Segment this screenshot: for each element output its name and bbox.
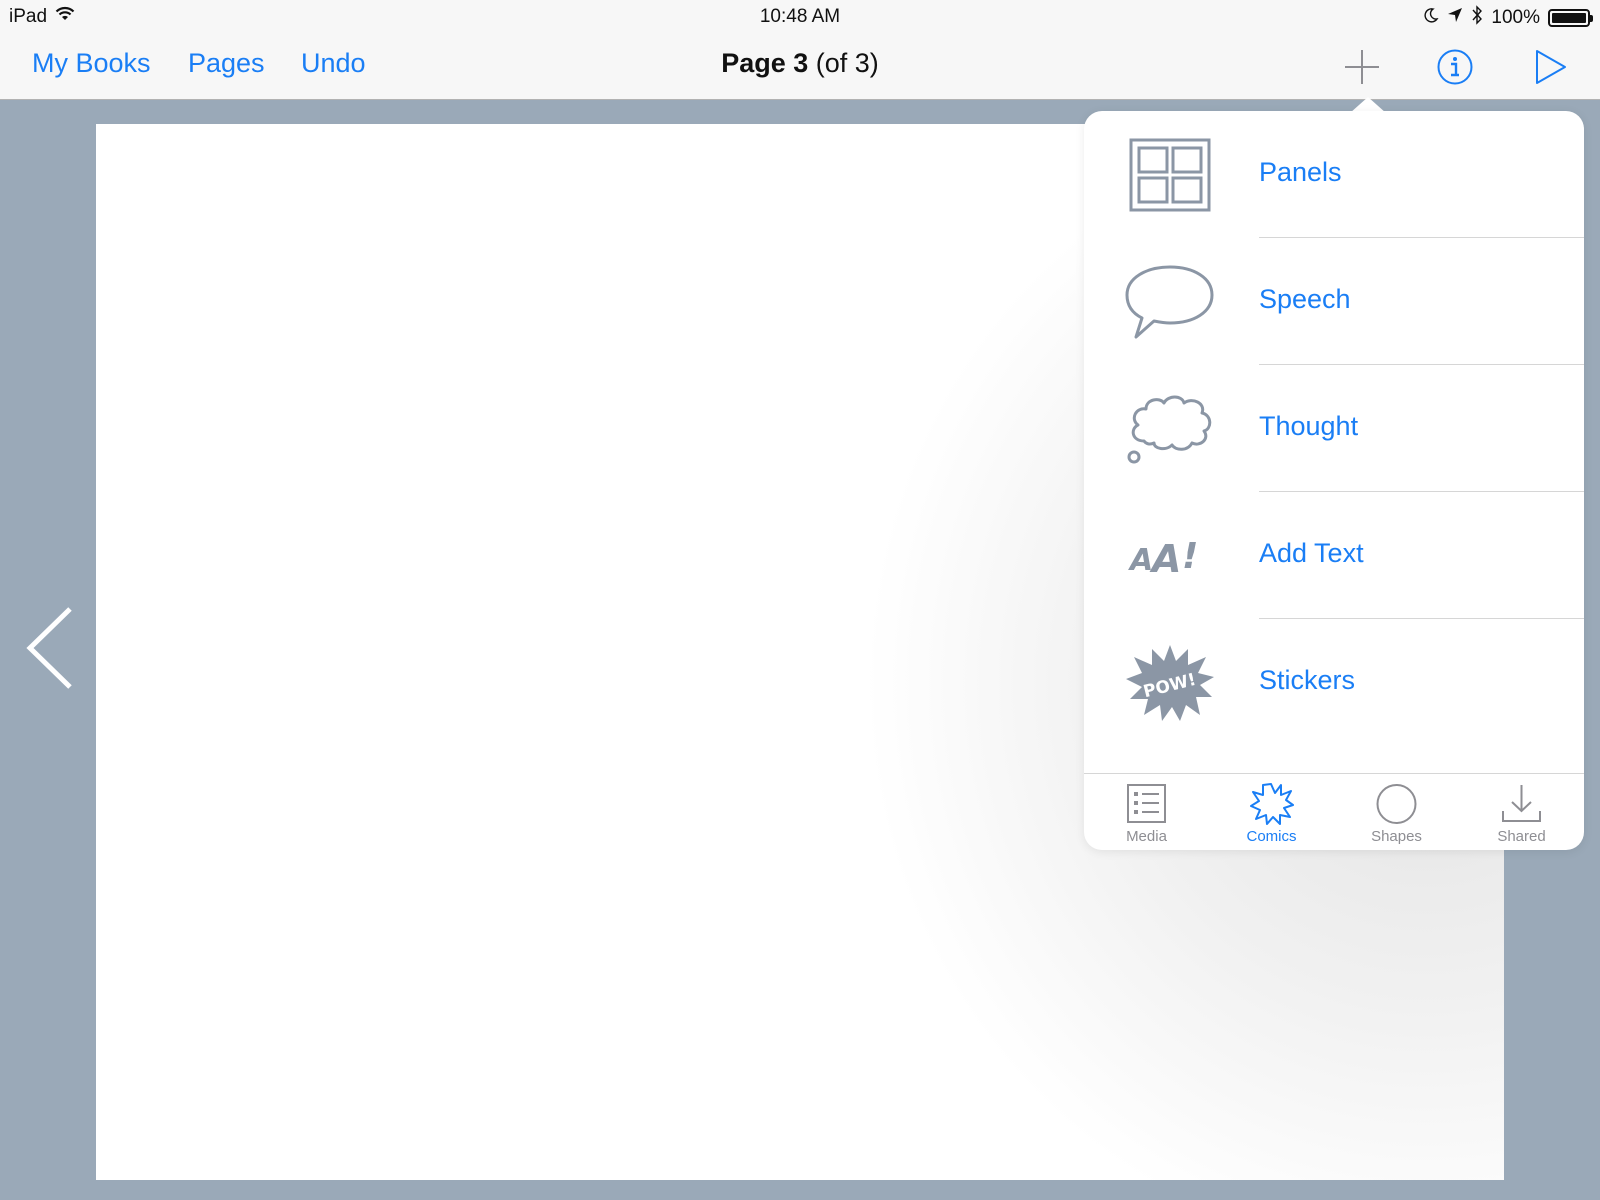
pow-sticker-icon: POW! (1124, 645, 1216, 721)
download-tray-icon (1499, 781, 1544, 826)
status-right: 100% (1423, 5, 1593, 31)
tab-label: Comics (1246, 828, 1297, 845)
popover-tab-bar: Media Comics Shapes Shared (1084, 773, 1584, 850)
battery-percent: 100% (1491, 7, 1540, 28)
bluetooth-icon (1471, 5, 1483, 31)
battery-icon (1548, 9, 1593, 27)
add-icon[interactable] (1343, 48, 1381, 91)
comic-text-icon: A A! (1124, 518, 1216, 594)
tab-label: Media (1126, 828, 1167, 845)
menu-item-label: Thought (1259, 411, 1359, 441)
battery-level (1552, 13, 1586, 23)
insert-popover: Panels Speech Thought A A! Add Text POW! … (1084, 111, 1584, 850)
info-icon[interactable] (1436, 48, 1474, 91)
tab-comics[interactable]: Comics (1209, 774, 1334, 851)
menu-item-panels[interactable]: Panels (1084, 111, 1584, 238)
menu-item-label: Add Text (1259, 538, 1364, 568)
tab-shared[interactable]: Shared (1459, 774, 1584, 851)
svg-text:A: A (1149, 537, 1181, 581)
moon-icon (1423, 7, 1439, 29)
speech-bubble-icon (1124, 264, 1216, 340)
svg-text:!: ! (1182, 536, 1198, 577)
menu-item-label: Panels (1259, 157, 1342, 187)
thought-bubble-icon (1124, 391, 1216, 467)
play-icon[interactable] (1534, 48, 1568, 91)
page-title-total: (of 3) (808, 48, 879, 78)
media-list-icon (1124, 781, 1169, 826)
menu-item-label: Stickers (1259, 665, 1356, 695)
tab-label: Shapes (1371, 828, 1422, 845)
tab-label: Shared (1497, 828, 1546, 845)
status-time: 10:48 AM (759, 6, 841, 27)
menu-item-thought[interactable]: Thought (1084, 365, 1584, 492)
comics-burst-icon (1249, 781, 1294, 826)
tab-shapes[interactable]: Shapes (1334, 774, 1459, 851)
svg-text:A: A (1128, 543, 1153, 578)
menu-item-speech[interactable]: Speech (1084, 238, 1584, 365)
circle-shape-icon (1374, 781, 1419, 826)
tab-media[interactable]: Media (1084, 774, 1209, 851)
menu-item-add-text[interactable]: A A! Add Text (1084, 492, 1584, 619)
menu-item-label: Speech (1259, 284, 1351, 314)
status-bar: iPad 10:48 AM 100% (0, 0, 1600, 34)
page-title-current: Page 3 (721, 48, 809, 78)
location-arrow-icon (1447, 7, 1463, 29)
nav-bar: My Books Pages Undo Page 3 (of 3) (0, 34, 1600, 100)
previous-page-arrow-icon[interactable] (20, 605, 80, 696)
panels-icon (1124, 137, 1216, 213)
menu-item-stickers[interactable]: POW! Stickers (1084, 619, 1584, 746)
